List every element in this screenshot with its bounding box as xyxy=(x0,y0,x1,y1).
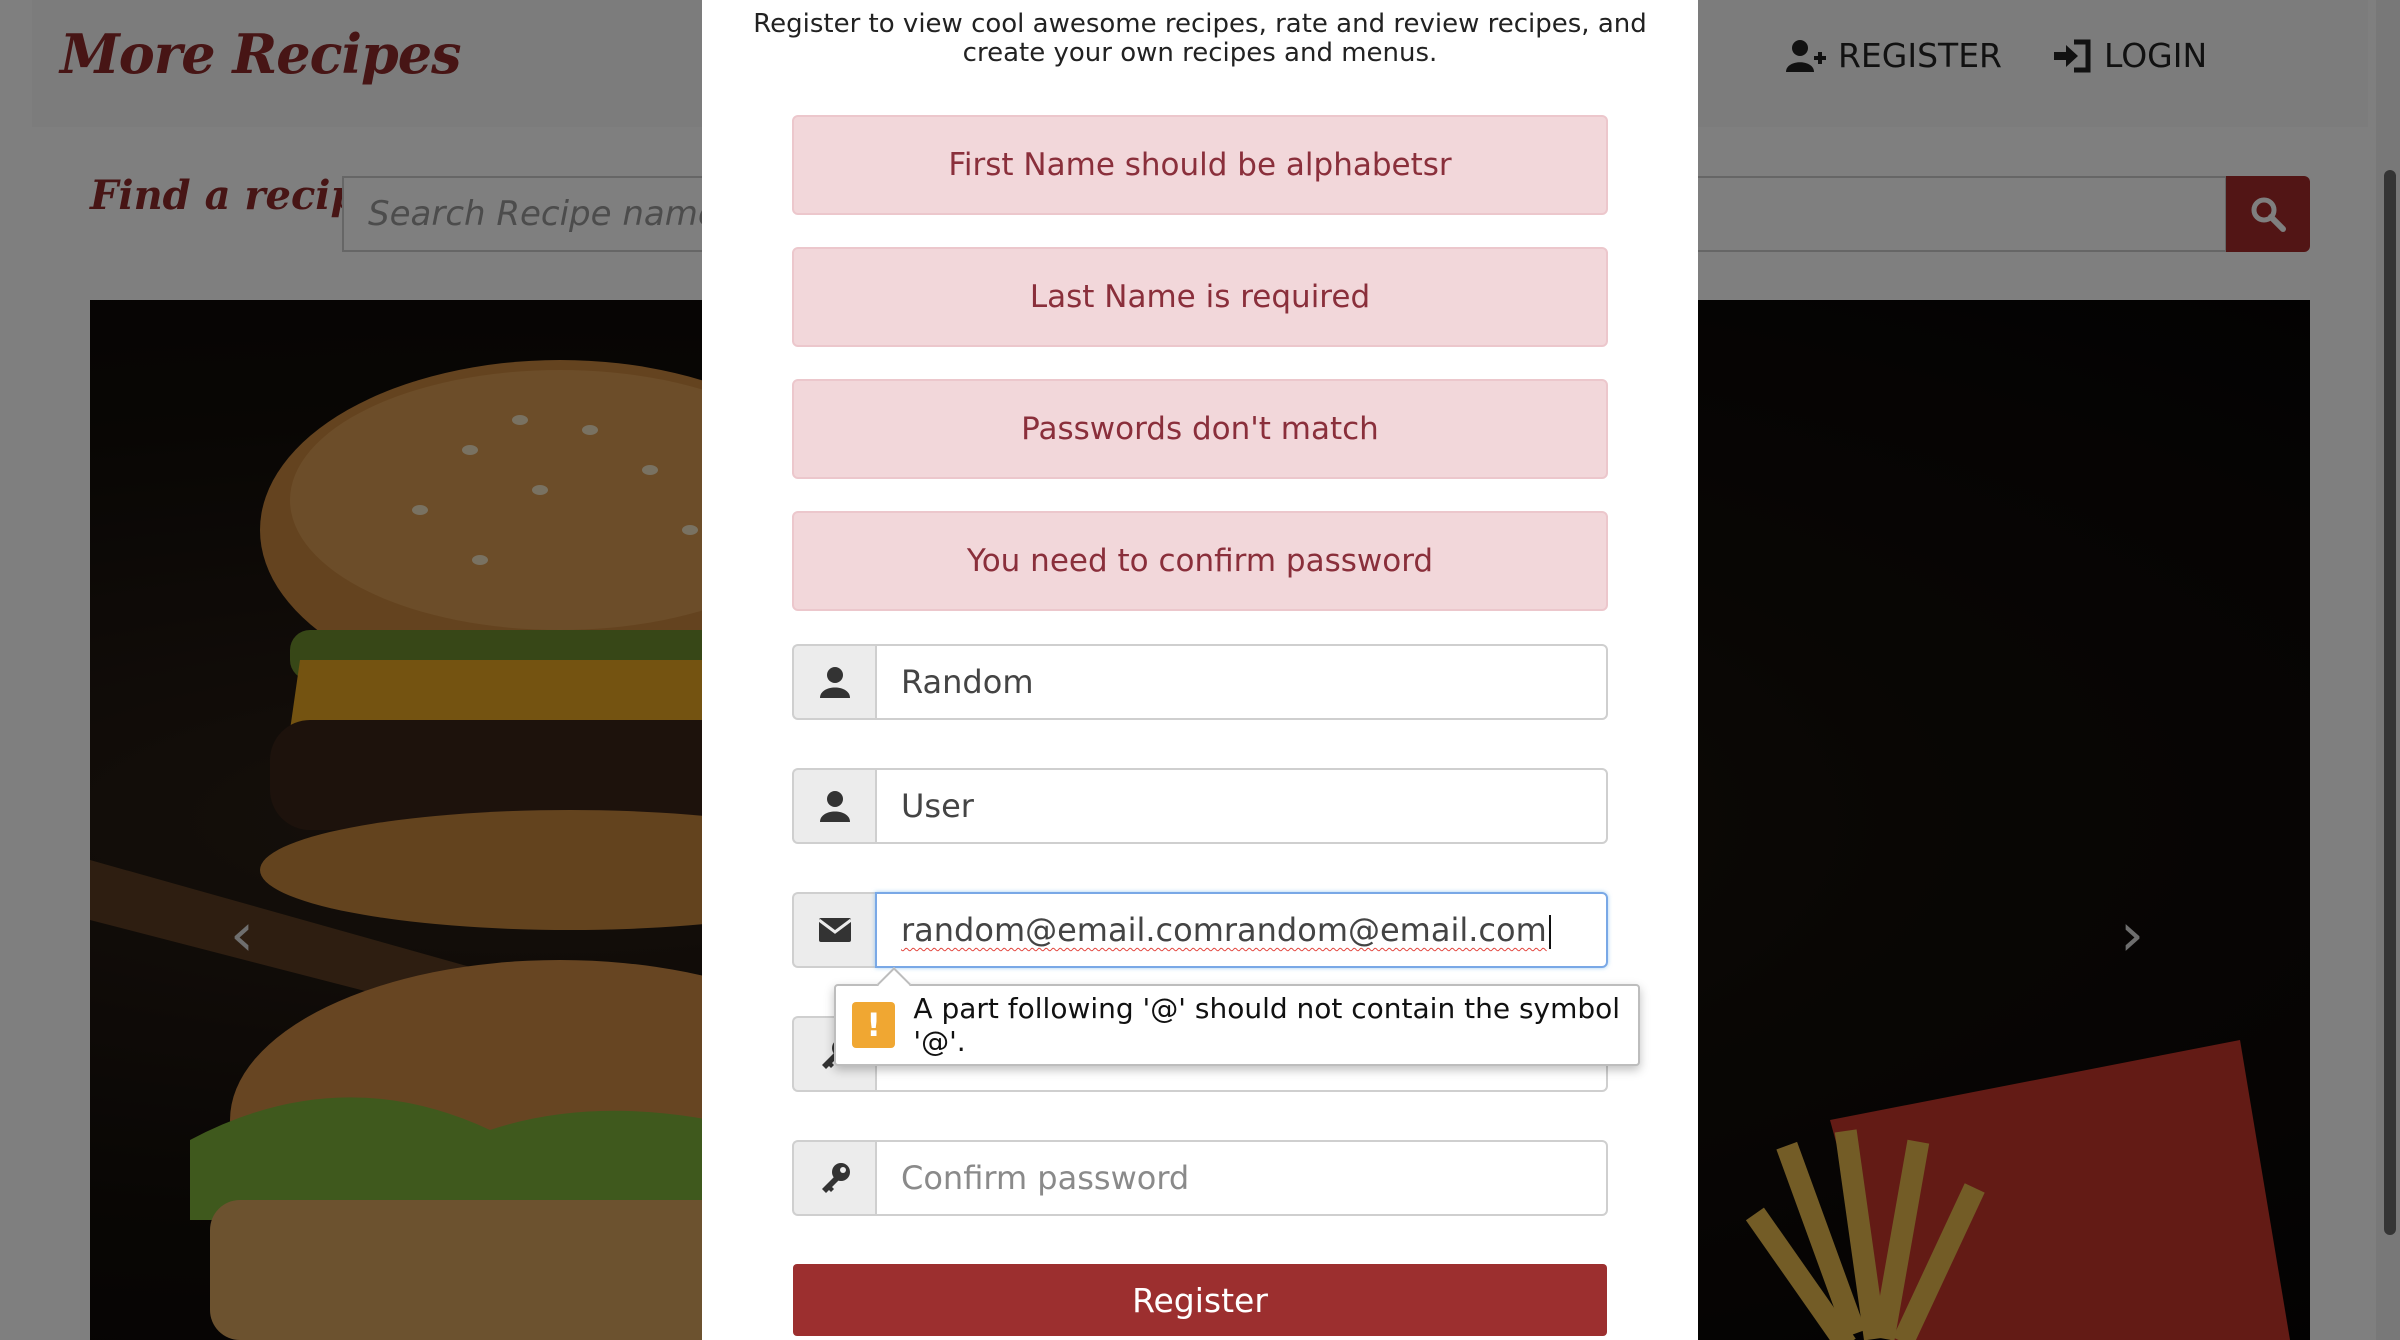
modal-intro-text: Register to view cool awesome recipes, r… xyxy=(753,9,1647,68)
user-icon xyxy=(792,644,875,720)
last-name-field[interactable]: User xyxy=(875,768,1608,844)
register-modal: Register to view cool awesome recipes, r… xyxy=(702,0,1698,1340)
text-caret xyxy=(1548,915,1551,949)
warning-icon: ! xyxy=(852,1002,896,1048)
alert-confirm-password: You need to confirm password xyxy=(792,511,1608,611)
email-group: random@email.comrandom@email.com xyxy=(792,892,1608,968)
validation-message: A part following '@' should not contain … xyxy=(913,992,1621,1058)
first-name-field[interactable]: Random xyxy=(875,644,1608,720)
envelope-icon xyxy=(792,892,875,968)
alert-passwords-mismatch: Passwords don't match xyxy=(792,379,1608,479)
confirm-password-field[interactable]: Confirm password xyxy=(875,1140,1608,1216)
email-field[interactable]: random@email.comrandom@email.com xyxy=(875,892,1608,968)
key-icon xyxy=(792,1140,875,1216)
last-name-group: User xyxy=(792,768,1608,844)
alert-first-name: First Name should be alphabetsr xyxy=(792,115,1608,215)
email-value: random@email.comrandom@email.com xyxy=(901,911,1547,949)
register-button[interactable]: Register xyxy=(793,1264,1607,1336)
user-icon xyxy=(792,768,875,844)
alert-last-name: Last Name is required xyxy=(792,247,1608,347)
email-validation-tooltip: ! A part following '@' should not contai… xyxy=(834,984,1640,1066)
confirm-password-group: Confirm password xyxy=(792,1140,1608,1216)
first-name-group: Random xyxy=(792,644,1608,720)
